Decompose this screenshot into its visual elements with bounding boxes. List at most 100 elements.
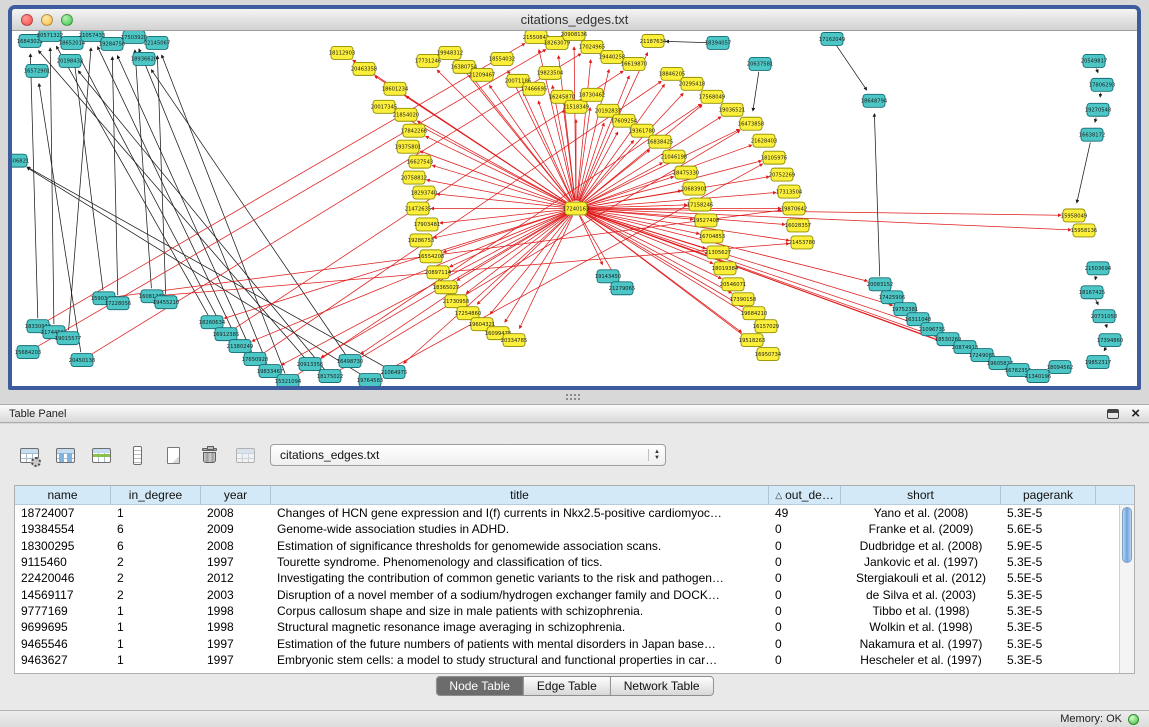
show-columns-icon[interactable]	[52, 442, 79, 468]
cell-in_degree[interactable]: 1	[111, 620, 201, 634]
graph-node[interactable]: 16572901	[24, 64, 50, 77]
column-header-pagerank[interactable]: pagerank	[1001, 486, 1096, 504]
graph-node[interactable]: 16912385	[213, 328, 239, 341]
graph-node[interactable]: 21340196	[1025, 370, 1051, 383]
cell-name[interactable]: 22420046	[15, 571, 111, 585]
column-header-name[interactable]: name	[15, 486, 111, 504]
cell-out_degree[interactable]: 0	[769, 588, 841, 602]
cell-name[interactable]: 9465546	[15, 637, 111, 651]
graph-node[interactable]: 15684203	[15, 346, 41, 359]
cell-year[interactable]: 2012	[201, 571, 271, 585]
graph-node[interactable]: 19375801	[395, 140, 421, 153]
graph-node[interactable]: 19852317	[1085, 356, 1111, 369]
graph-node[interactable]: 19948312	[437, 46, 463, 59]
graph-node[interactable]: 18094562	[1047, 361, 1073, 374]
cell-in_degree[interactable]: 6	[111, 522, 201, 536]
cell-pagerank[interactable]: 5.9E-5	[1001, 539, 1096, 553]
graph-node[interactable]: 21730958	[443, 295, 469, 308]
cell-out_degree[interactable]: 0	[769, 620, 841, 634]
graph-node[interactable]: 16704853	[699, 230, 725, 243]
graph-node[interactable]: 17390158	[730, 293, 756, 306]
cell-year[interactable]: 1997	[201, 653, 271, 667]
table-row[interactable]: 1830029562008Estimation of significance …	[15, 538, 1119, 554]
graph-node[interactable]: 20017345	[371, 100, 397, 113]
graph-node[interactable]: 19286753	[408, 234, 434, 247]
cell-title[interactable]: Tourette syndrome. Phenomenology and cla…	[271, 555, 769, 569]
graph-node[interactable]: 18365027	[433, 281, 459, 294]
graph-node[interactable]: 18260634	[199, 316, 226, 329]
graph-node[interactable]: 21209467	[469, 68, 495, 81]
table-row[interactable]: 946554611997Estimation of the future num…	[15, 635, 1119, 651]
cell-name[interactable]: 18300295	[15, 539, 111, 553]
tab-edge-table[interactable]: Edge Table	[523, 677, 610, 695]
column-header-year[interactable]: year	[201, 486, 271, 504]
cell-year[interactable]: 1997	[201, 637, 271, 651]
new-table-icon[interactable]	[160, 442, 187, 468]
graph-node[interactable]: 17425906	[879, 291, 905, 304]
tab-network-table[interactable]: Network Table	[610, 677, 713, 695]
graph-node[interactable]: 17240163	[563, 202, 589, 215]
cell-in_degree[interactable]: 2	[111, 588, 201, 602]
cell-short[interactable]: Stergiakouli et al. (2012)	[841, 571, 1001, 585]
graph-node[interactable]: 15958136	[1071, 224, 1097, 237]
cell-name[interactable]: 9777169	[15, 604, 111, 618]
graph-node[interactable]: 18394057	[705, 36, 731, 49]
graph-node[interactable]: 19527408	[693, 214, 719, 227]
cell-title[interactable]: Estimation of significance thresholds fo…	[271, 539, 769, 553]
network-select-combobox[interactable]: citations_edges.txt ▲▼	[270, 444, 666, 466]
graph-node[interactable]: 20758812	[401, 171, 427, 184]
graph-node[interactable]: 21628403	[751, 134, 777, 147]
graph-node[interactable]: 21854020	[393, 108, 419, 121]
float-panel-icon[interactable]	[1107, 409, 1119, 419]
cell-year[interactable]: 1998	[201, 604, 271, 618]
graph-node[interactable]: 17158246	[687, 198, 713, 211]
graph-node[interactable]: 17228056	[105, 297, 131, 310]
graph-node[interactable]: 18167425	[1079, 286, 1105, 299]
import-table-icon[interactable]	[232, 442, 259, 468]
graph-node[interactable]: 16473858	[738, 117, 764, 130]
graph-node[interactable]: 20897114	[425, 266, 452, 279]
cell-short[interactable]: Franke et al. (2009)	[841, 522, 1001, 536]
graph-node[interactable]: 21046198	[661, 150, 687, 163]
graph-node[interactable]: 15958049	[1061, 209, 1087, 222]
cell-name[interactable]: 14569117	[15, 588, 111, 602]
cell-title[interactable]: Structural magnetic resonance image aver…	[271, 620, 769, 634]
graph-node[interactable]: 18105976	[761, 151, 787, 164]
graph-node[interactable]: 16950734	[755, 348, 782, 361]
graph-node[interactable]: 18730462	[579, 88, 605, 101]
graph-node[interactable]: 16498730	[337, 355, 363, 368]
graph-node[interactable]: 18293740	[411, 186, 437, 199]
batch-edit-table-icon[interactable]	[16, 442, 43, 468]
cell-short[interactable]: Hescheler et al. (1997)	[841, 653, 1001, 667]
cell-title[interactable]: Changes of HCN gene expression and I(f) …	[271, 506, 769, 520]
graph-node[interactable]: 21187634	[640, 34, 667, 47]
close-panel-icon[interactable]: ×	[1131, 409, 1140, 419]
graph-node[interactable]: 21064975	[381, 366, 407, 379]
cell-title[interactable]: Genome-wide association studies in ADHD.	[271, 522, 769, 536]
graph-node[interactable]: 20334785	[501, 334, 527, 347]
cell-pagerank[interactable]: 5.3E-5	[1001, 604, 1096, 618]
graph-node[interactable]: 19518263	[739, 334, 765, 347]
graph-node[interactable]: 21305627	[705, 246, 731, 259]
graph-node[interactable]: 19036521	[719, 103, 745, 116]
graph-node[interactable]: 20637581	[747, 57, 773, 70]
cell-in_degree[interactable]: 2	[111, 555, 201, 569]
table-row[interactable]: 1872400712008Changes of HCN gene express…	[15, 505, 1119, 521]
cell-pagerank[interactable]: 5.3E-5	[1001, 620, 1096, 634]
graph-node[interactable]: 17466695	[521, 82, 547, 95]
cell-out_degree[interactable]: 0	[769, 522, 841, 536]
zoom-window-button[interactable]	[61, 14, 73, 26]
cell-out_degree[interactable]: 0	[769, 571, 841, 585]
cell-in_degree[interactable]: 1	[111, 637, 201, 651]
graph-node[interactable]: 20546071	[720, 278, 746, 291]
column-header-in_degree[interactable]: in_degree	[111, 486, 201, 504]
graph-node[interactable]: 20683901	[681, 182, 707, 195]
graph-node[interactable]: 20450138	[69, 354, 95, 367]
cell-title[interactable]: Estimation of the future numbers of pati…	[271, 637, 769, 651]
cell-year[interactable]: 1998	[201, 620, 271, 634]
cell-title[interactable]: Investigating the contribution of common…	[271, 571, 769, 585]
graph-node[interactable]: 16619870	[621, 57, 647, 70]
cell-out_degree[interactable]: 0	[769, 637, 841, 651]
graph-node[interactable]: 17903481	[414, 218, 440, 231]
table-row[interactable]: 977716911998Corpus callosum shape and si…	[15, 603, 1119, 619]
